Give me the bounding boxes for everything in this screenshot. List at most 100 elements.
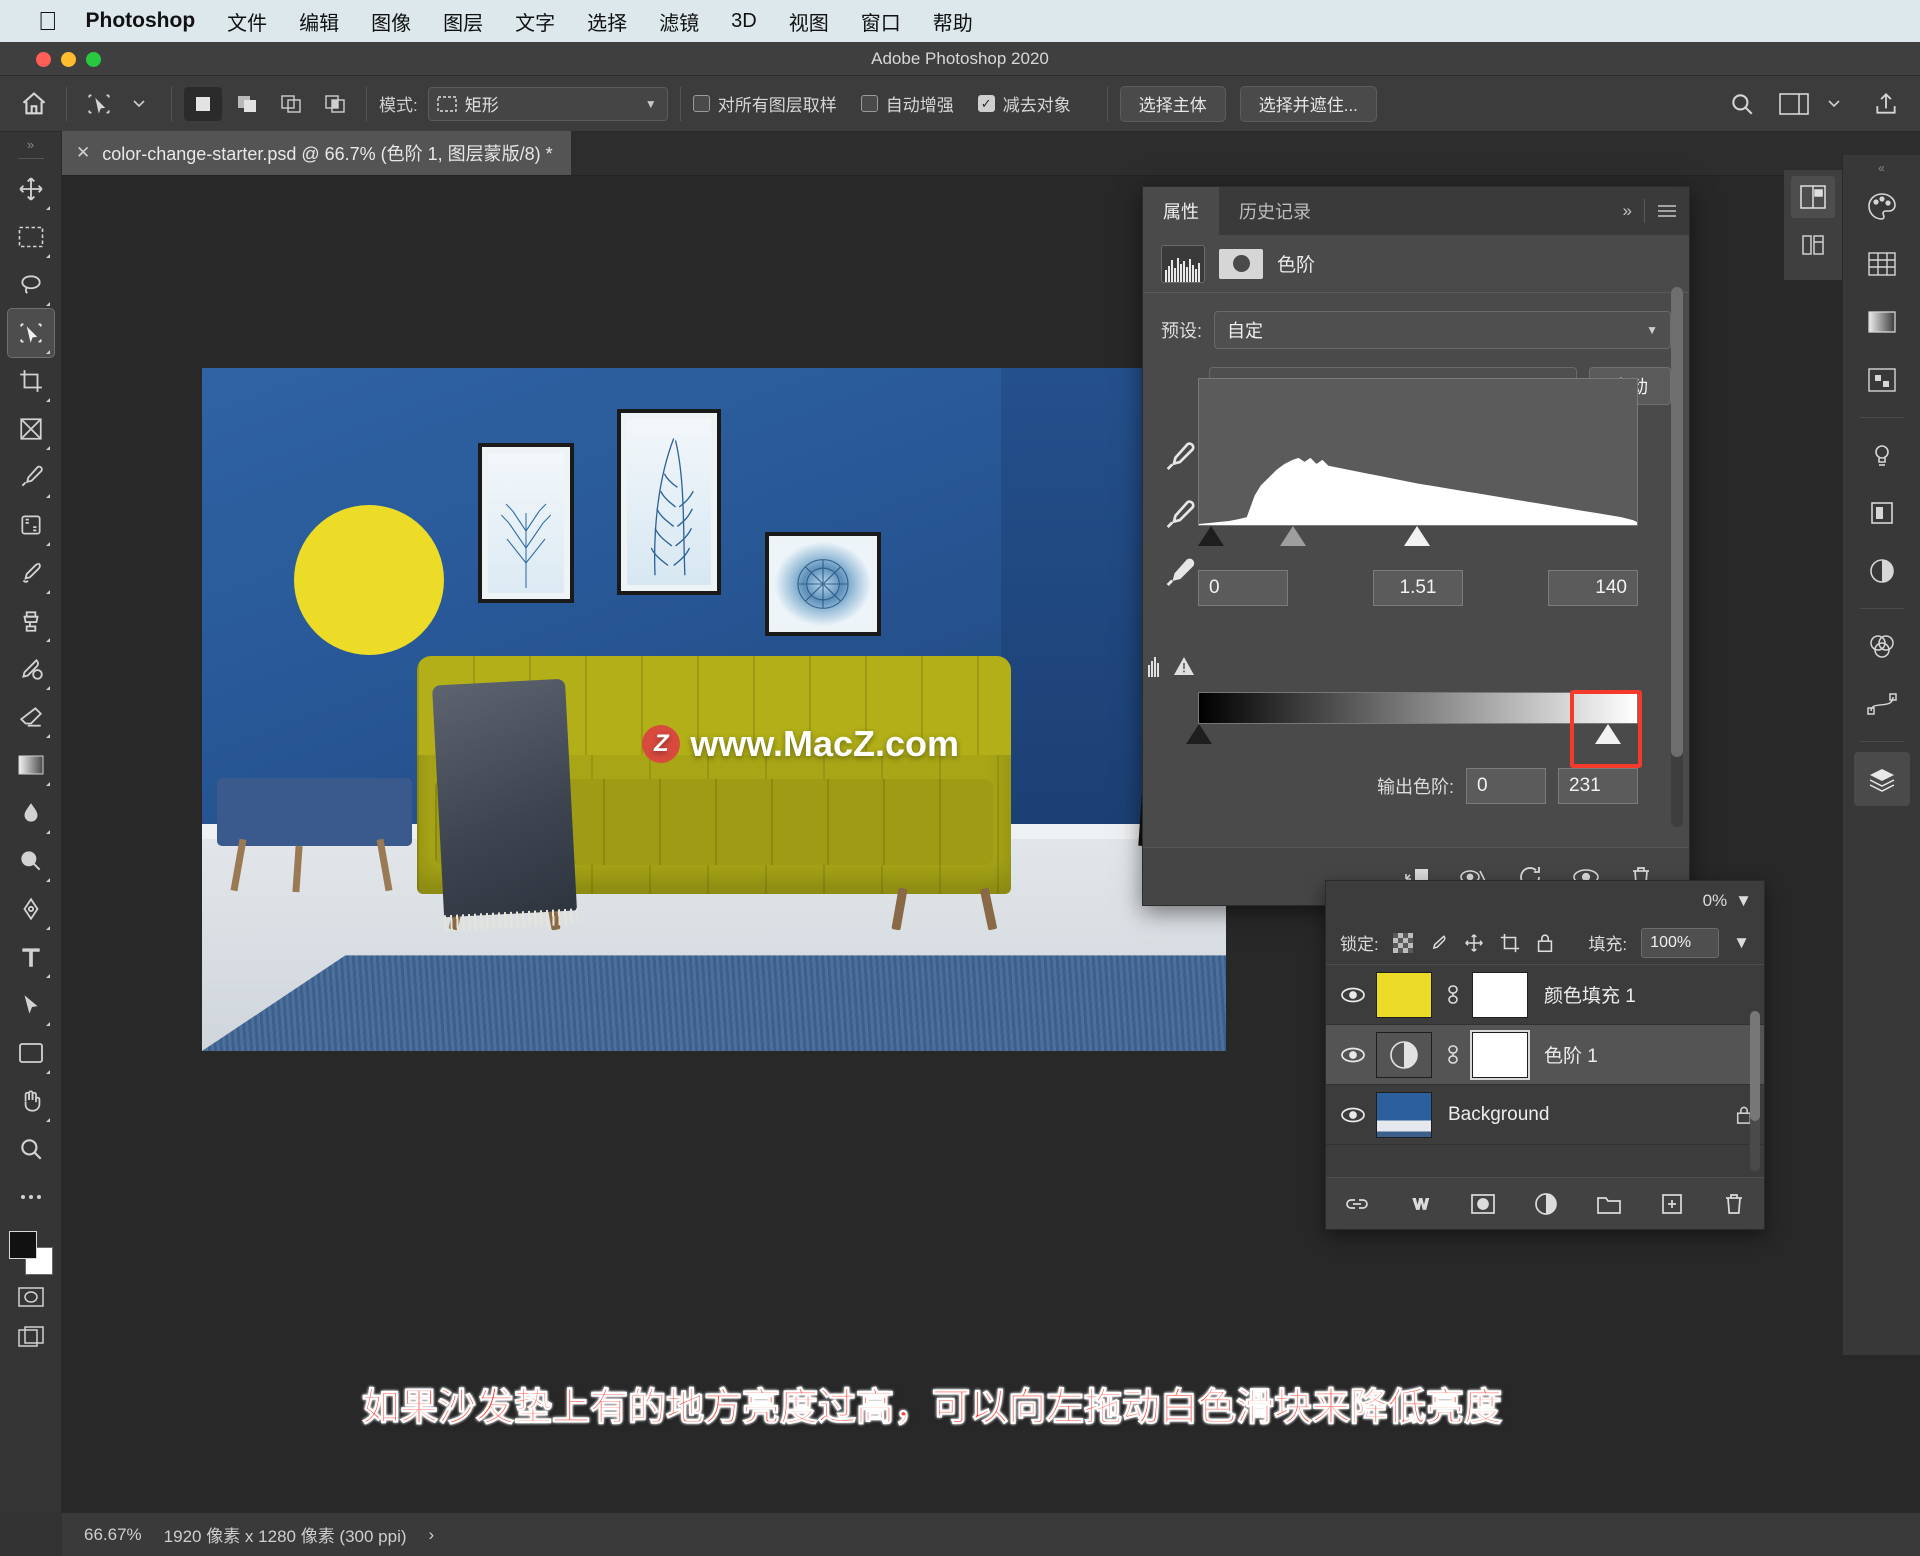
output-white-field[interactable]: 231 xyxy=(1558,768,1638,804)
lock-position-icon[interactable] xyxy=(1463,932,1485,954)
select-and-mask-button[interactable]: 选择并遮住... xyxy=(1239,85,1377,122)
spot-healing-brush-tool[interactable] xyxy=(8,501,54,549)
clone-stamp-tool[interactable] xyxy=(8,597,54,645)
properties-panel-icon[interactable] xyxy=(1854,486,1910,540)
type-tool[interactable] xyxy=(8,933,54,981)
selection-mode-buttons[interactable] xyxy=(184,86,354,121)
subtract-object-checkbox[interactable]: ✓ 减去对象 xyxy=(977,91,1071,116)
lock-transparent-pixels-icon[interactable] xyxy=(1392,932,1413,953)
document-tab[interactable]: ✕ color-change-starter.psd @ 66.7% (色阶 1… xyxy=(62,131,571,175)
input-shadow-field[interactable]: 0 xyxy=(1198,570,1288,606)
menu-item-layer[interactable]: 图层 xyxy=(443,7,483,36)
input-midtone-field[interactable]: 1.51 xyxy=(1373,570,1463,606)
input-highlight-slider[interactable] xyxy=(1404,526,1430,546)
set-white-point-eyedropper[interactable] xyxy=(1162,556,1196,590)
properties-scrollbar[interactable] xyxy=(1671,287,1683,827)
zoom-tool[interactable] xyxy=(8,1125,54,1173)
patterns-panel-icon[interactable] xyxy=(1854,353,1910,407)
add-to-selection-button[interactable] xyxy=(228,87,266,121)
new-group-icon[interactable] xyxy=(1596,1193,1622,1215)
gradients-panel-icon[interactable] xyxy=(1854,295,1910,349)
home-icon[interactable] xyxy=(14,84,54,124)
share-icon[interactable] xyxy=(1866,84,1906,124)
window-controls[interactable] xyxy=(36,42,101,76)
panel-collapse-icon[interactable]: « xyxy=(1878,161,1885,175)
paths-panel-icon[interactable] xyxy=(1854,677,1910,731)
input-midtone-slider[interactable] xyxy=(1280,526,1306,546)
link-mask-icon[interactable] xyxy=(1440,1044,1466,1066)
lock-image-pixels-icon[interactable] xyxy=(1427,933,1449,953)
table-row[interactable]: 颜色填充 1 xyxy=(1326,965,1764,1025)
layer-mask-thumbnail[interactable] xyxy=(1470,1029,1530,1080)
opacity-row[interactable]: 0% ▼ xyxy=(1326,881,1764,921)
menu-item-type[interactable]: 文字 xyxy=(515,7,555,36)
screen-mode-icon[interactable] xyxy=(8,1317,54,1357)
layer-style-icon[interactable] xyxy=(1408,1192,1432,1216)
preset-select[interactable]: 自定 ▼ xyxy=(1214,311,1671,349)
rectangular-marquee-tool[interactable] xyxy=(8,213,54,261)
auto-enhance-checkbox[interactable]: 自动增强 xyxy=(860,91,954,116)
chevron-right-icon[interactable]: › xyxy=(429,1525,435,1545)
minimize-window-button[interactable] xyxy=(61,51,76,67)
tab-history[interactable]: 历史记录 xyxy=(1219,187,1331,235)
blur-tool[interactable] xyxy=(8,789,54,837)
set-black-point-eyedropper[interactable] xyxy=(1162,440,1196,474)
set-gray-point-eyedropper[interactable] xyxy=(1162,498,1196,532)
input-highlight-field[interactable]: 140 xyxy=(1548,570,1638,606)
lock-all-icon[interactable] xyxy=(1535,932,1555,954)
layer-thumbnail[interactable] xyxy=(1376,1091,1432,1138)
menu-item-help[interactable]: 帮助 xyxy=(933,7,973,36)
checkbox-box[interactable] xyxy=(692,95,710,112)
channels-panel-icon[interactable] xyxy=(1854,619,1910,673)
levels-histogram[interactable] xyxy=(1198,378,1638,526)
chevron-down-icon[interactable]: ▼ xyxy=(1735,891,1752,911)
new-selection-button[interactable] xyxy=(184,86,222,121)
subtract-from-selection-button[interactable] xyxy=(272,87,310,121)
zoom-level[interactable]: 66.67% xyxy=(84,1525,142,1545)
libraries-panel-icon[interactable] xyxy=(1791,224,1835,266)
crop-tool[interactable] xyxy=(8,357,54,405)
color-panel-icon[interactable] xyxy=(1854,179,1910,233)
layer-name[interactable]: Background xyxy=(1440,1104,1724,1126)
path-selection-tool[interactable] xyxy=(8,981,54,1029)
pen-tool[interactable] xyxy=(8,885,54,933)
gradient-tool[interactable] xyxy=(8,741,54,789)
menu-item-edit[interactable]: 编辑 xyxy=(299,7,339,36)
menu-app-name[interactable]: Photoshop xyxy=(86,9,196,33)
swatches-panel-icon[interactable] xyxy=(1854,237,1910,291)
lock-artboard-icon[interactable] xyxy=(1499,932,1521,954)
layer-mask-thumbnail[interactable] xyxy=(1472,971,1528,1018)
tab-properties[interactable]: 属性 xyxy=(1143,187,1219,235)
tool-preset-chevron-icon[interactable] xyxy=(119,84,159,124)
mode-select[interactable]: 矩形 ▼ xyxy=(427,86,668,121)
output-black-field[interactable]: 0 xyxy=(1466,768,1546,804)
table-row[interactable]: 色阶 1 xyxy=(1326,1025,1764,1085)
close-icon[interactable]: ✕ xyxy=(76,143,90,163)
apple-logo-icon[interactable]:  xyxy=(38,8,58,34)
fill-value-field[interactable]: 100% xyxy=(1641,927,1720,958)
panel-collapse-icon[interactable]: » xyxy=(27,136,34,154)
more-tools-icon[interactable] xyxy=(8,1173,54,1221)
hand-tool[interactable] xyxy=(8,1077,54,1125)
search-icon[interactable] xyxy=(1722,84,1762,124)
close-window-button[interactable] xyxy=(36,51,51,67)
workspace-chevron-icon[interactable] xyxy=(1814,84,1854,124)
input-shadow-slider[interactable] xyxy=(1198,526,1224,546)
intersect-selection-button[interactable] xyxy=(316,87,354,121)
layers-scrollbar[interactable] xyxy=(1750,1011,1760,1171)
layer-visibility-icon[interactable] xyxy=(1330,1045,1376,1065)
menu-item-filter[interactable]: 滤镜 xyxy=(659,7,699,36)
histogram-refresh-warning-icon[interactable] xyxy=(1148,655,1196,677)
adjustments-panel-icon[interactable] xyxy=(1791,176,1835,218)
link-mask-icon[interactable] xyxy=(1440,984,1466,1006)
table-row[interactable]: Background xyxy=(1326,1085,1764,1145)
rectangle-tool[interactable] xyxy=(8,1029,54,1077)
brush-tool[interactable] xyxy=(8,549,54,597)
menu-item-3d[interactable]: 3D xyxy=(731,10,757,33)
workspace-icon[interactable] xyxy=(1774,84,1814,124)
eraser-tool[interactable] xyxy=(8,693,54,741)
dodge-tool[interactable] xyxy=(8,837,54,885)
new-layer-icon[interactable] xyxy=(1660,1192,1684,1216)
quick-mask-mode-icon[interactable] xyxy=(8,1277,54,1317)
input-levels-sliders[interactable] xyxy=(1198,526,1638,560)
